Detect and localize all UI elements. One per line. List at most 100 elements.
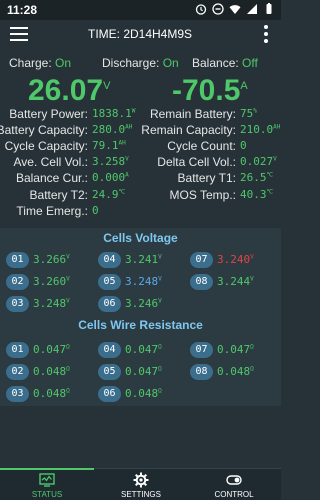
param-number: 0 <box>92 203 99 217</box>
param-row: Remain Capacity: 210.0AH <box>0 123 281 139</box>
nav-status[interactable]: STATUS <box>0 468 94 500</box>
param-row: Battery T1: 26.5℃ <box>0 171 281 187</box>
cell-number-badge: 02 <box>6 274 29 290</box>
cell-number-badge: 06 <box>98 296 121 312</box>
status-monitor-icon <box>39 473 55 487</box>
cell-value: 0.048Ω <box>125 387 162 400</box>
cell-value: 0.047Ω <box>33 343 70 356</box>
app-bar: TIME: 2D14H4M9S <box>0 20 281 50</box>
charge-value: On <box>55 56 72 70</box>
cell-number: 0.048 <box>33 365 67 378</box>
cell-value: 3.266V <box>33 253 70 266</box>
cell-number-badge: 04 <box>98 252 121 268</box>
cell-unit: V <box>250 275 254 283</box>
pack-voltage: 26.07V <box>28 74 110 108</box>
param-number: 210.0 <box>240 123 274 137</box>
param-unit: ℃ <box>266 171 274 179</box>
wifi-icon <box>229 5 241 14</box>
cell-item: 01 0.047Ω <box>6 342 91 358</box>
balance-value: Off <box>242 56 258 70</box>
param-label: Delta Cell Vol.: <box>157 155 236 170</box>
cell-number: 3.266 <box>33 253 67 266</box>
nav-settings[interactable]: SETTINGS <box>94 469 188 500</box>
cell-number-badge: 01 <box>6 252 29 268</box>
cell-number: 3.240 <box>217 253 251 266</box>
cell-unit: Ω <box>66 365 70 373</box>
discharge-value: On <box>162 56 179 70</box>
cell-item: 06 3.246V <box>98 296 183 312</box>
cell-value: 0.047Ω <box>217 343 254 356</box>
cell-number: 0.048 <box>125 387 159 400</box>
toggle-switch-icon <box>226 475 242 485</box>
runtime-title: TIME: 2D14H4M9S <box>88 27 193 41</box>
cell-value: 0.048Ω <box>33 365 70 378</box>
discharge-label: Discharge: <box>102 56 160 70</box>
active-tab-indicator <box>0 468 94 470</box>
charge-label: Charge: <box>9 56 52 70</box>
cell-number: 3.248 <box>125 275 159 288</box>
param-label: Cycle Count: <box>167 139 236 154</box>
cell-item: 07 0.047Ω <box>190 342 275 358</box>
cell-number-badge: 06 <box>98 386 121 402</box>
nav-control-label: CONTROL <box>214 490 254 499</box>
cell-unit: V <box>66 275 70 283</box>
cell-item: 03 3.248V <box>6 296 91 312</box>
cell-number: 3.241 <box>125 253 159 266</box>
cell-number: 0.047 <box>33 343 67 356</box>
cell-item: 01 3.266V <box>6 252 91 268</box>
cell-item: 04 3.241V <box>98 252 183 268</box>
cell-number: 0.048 <box>33 387 67 400</box>
cell-number-badge: 01 <box>6 342 29 358</box>
param-number: 40.3 <box>240 187 267 201</box>
param-row: Remain Battery: 75% <box>0 107 281 123</box>
param-value: 0.027V <box>240 155 277 168</box>
cell-unit: Ω <box>158 365 162 373</box>
balance-toggle[interactable]: Balance: Off <box>192 56 258 70</box>
cell-number-badge: 08 <box>190 364 213 380</box>
param-number: 75 <box>240 107 254 120</box>
cell-item: 05 0.047Ω <box>98 364 183 380</box>
cell-item: 02 0.048Ω <box>6 364 91 380</box>
cell-unit: Ω <box>66 343 70 351</box>
param-label: Remain Capacity: <box>141 123 236 138</box>
cell-number-badge: 05 <box>98 364 121 380</box>
nav-status-label: STATUS <box>31 490 63 499</box>
cells-voltage-section: Cells Voltage 01 3.266V 04 3.241V 07 3.240V 02… <box>0 228 281 316</box>
cell-item: 08 3.244V <box>190 274 275 290</box>
pack-current-unit: A <box>240 80 248 92</box>
cell-number: 3.248 <box>33 297 67 310</box>
cell-unit: Ω <box>66 387 70 395</box>
cell-value: 3.241V <box>125 253 162 266</box>
param-row: Time Emerg.: 0 <box>0 204 281 220</box>
cell-item: 02 3.260V <box>6 274 91 290</box>
nav-control[interactable]: CONTROL <box>187 469 281 500</box>
cell-number: 3.260 <box>33 275 67 288</box>
cell-value: 0.048Ω <box>217 365 254 378</box>
menu-icon[interactable] <box>10 27 28 43</box>
cell-unit: V <box>158 253 162 261</box>
charge-toggle[interactable]: Charge: On <box>9 56 71 70</box>
cell-number-badge: 07 <box>190 252 213 268</box>
do-not-disturb-icon <box>212 3 224 15</box>
cells-voltage-title: Cells Voltage <box>103 231 178 245</box>
param-unit: ℃ <box>266 187 274 195</box>
param-number: 26.5 <box>240 171 267 185</box>
cell-value: 3.244V <box>217 275 254 288</box>
cell-number: 3.244 <box>217 275 251 288</box>
param-unit: AH <box>273 123 281 131</box>
cell-value: 3.248V <box>33 297 70 310</box>
more-options-icon[interactable] <box>263 25 269 45</box>
param-label: Battery T1: <box>177 171 236 186</box>
param-label: Time Emerg.: <box>16 203 88 218</box>
discharge-toggle[interactable]: Discharge: On <box>102 56 179 70</box>
cell-unit: V <box>66 297 70 305</box>
alarm-icon <box>195 4 207 15</box>
cell-unit: Ω <box>158 343 162 351</box>
cell-number: 0.048 <box>217 365 251 378</box>
cell-number-badge: 02 <box>6 364 29 380</box>
signal-icon <box>247 4 257 14</box>
cell-number-badge: 05 <box>98 274 121 290</box>
cell-unit: Ω <box>250 365 254 373</box>
param-number: 0.027 <box>240 155 274 169</box>
bottom-navigation: STATUS SETTINGS CONTROL <box>0 468 281 500</box>
